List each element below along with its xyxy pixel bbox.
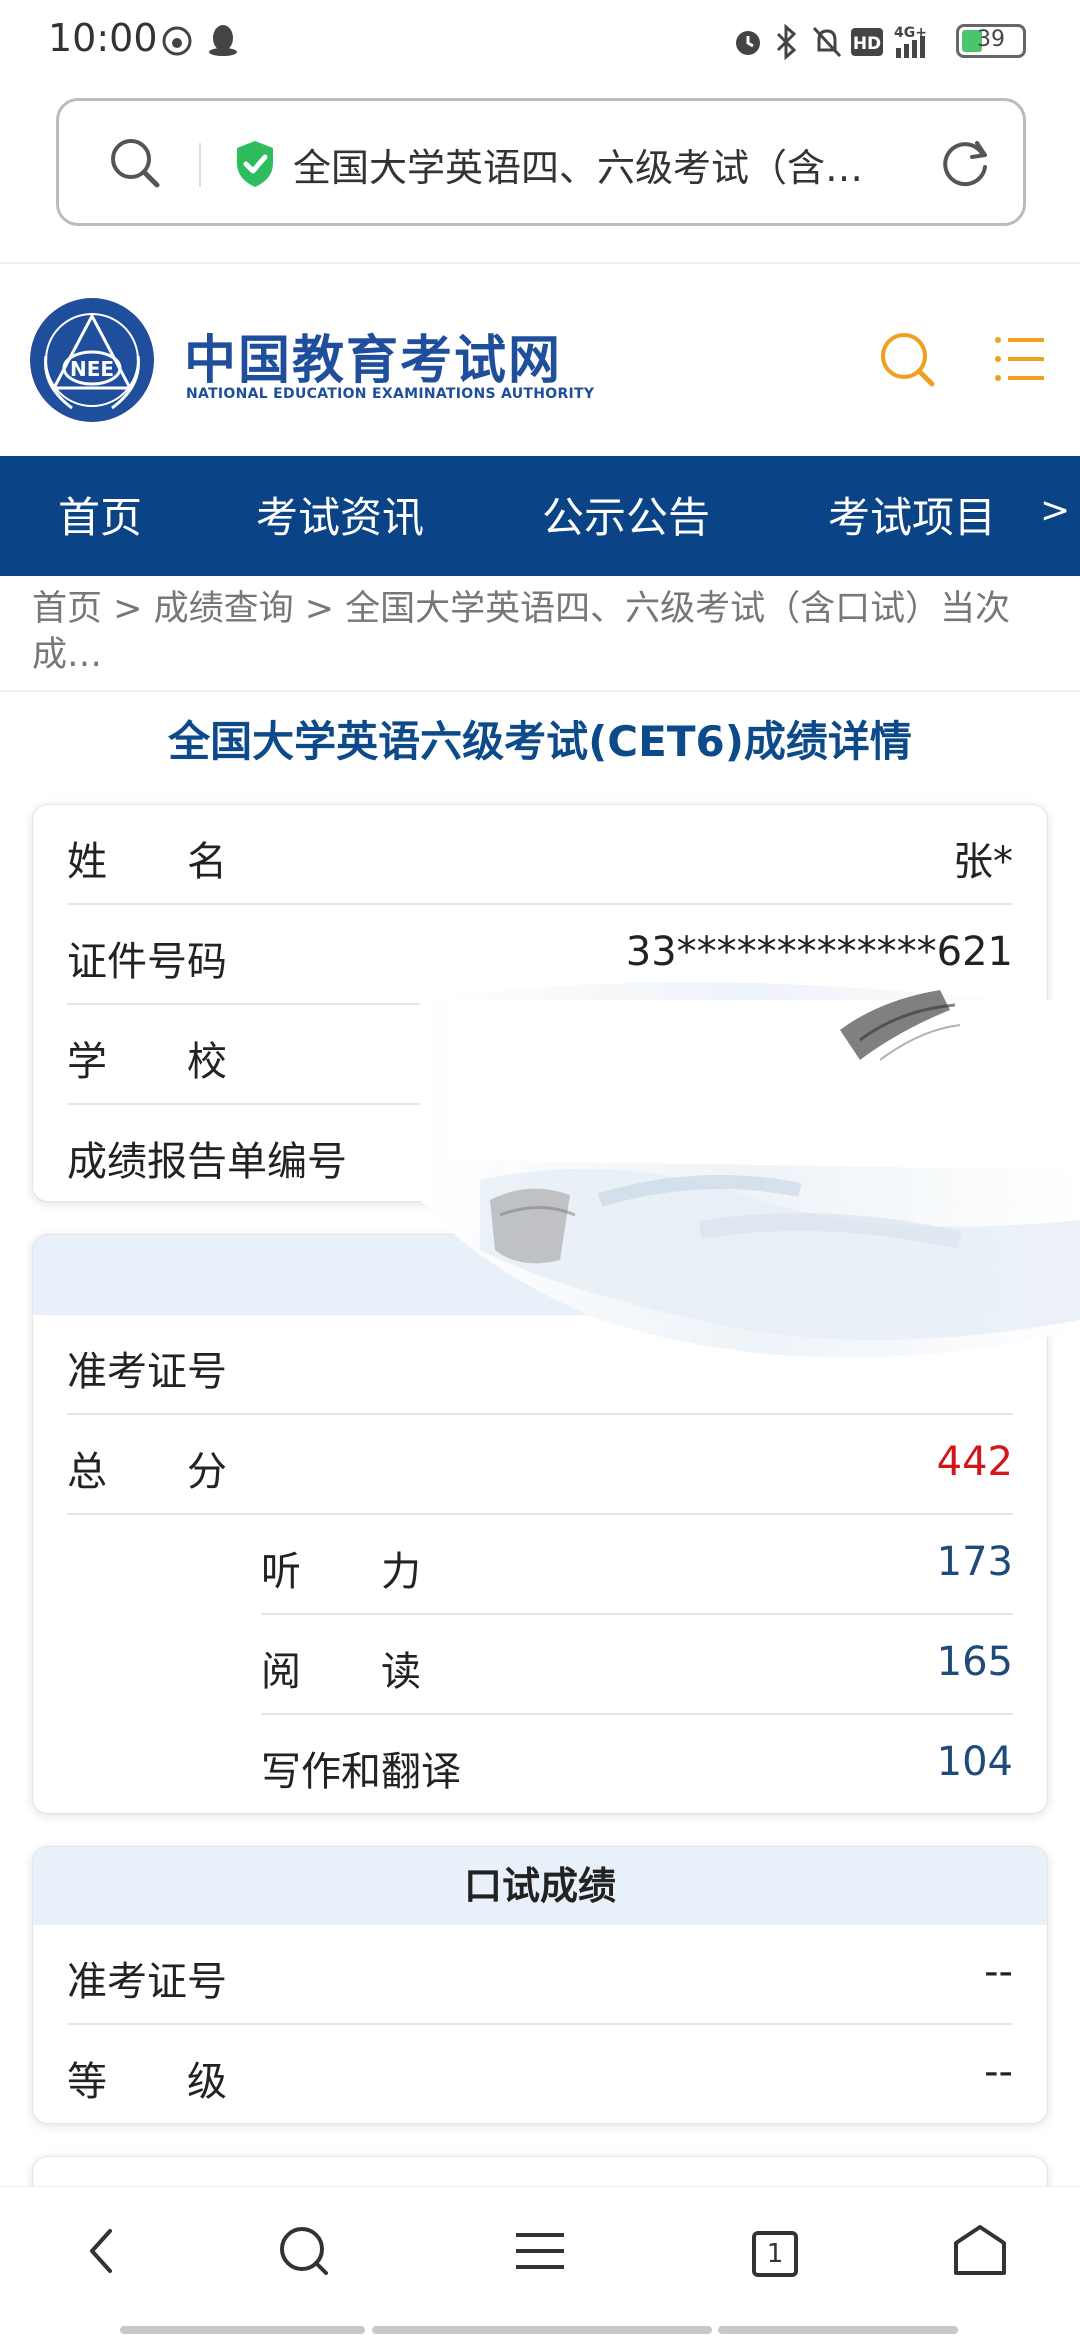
weibo-notification-icon (162, 26, 192, 56)
address-divider (199, 143, 201, 187)
writing-score: 104 (936, 1739, 1013, 1785)
listening-row: 听 力 173 (261, 1515, 1013, 1615)
oral-grade-value: -- (984, 2049, 1013, 2095)
browser-bottom-nav: 1 (0, 2186, 1080, 2340)
emblem-text: NEE (70, 357, 114, 381)
site-header: NEE 中国教育考试网 NATIONAL EDUCATION EXAMINATI… (0, 262, 1080, 456)
refresh-icon[interactable] (935, 133, 995, 193)
site-name-en: NATIONAL EDUCATION EXAMINATIONS AUTHORIT… (186, 386, 595, 402)
written-score-card: 准考证号 总 分 442 听 力 173 阅 读 165 写作和翻译 104 (32, 1234, 1048, 1814)
reading-row: 阅 读 165 (261, 1615, 1013, 1715)
main-nav: 首页 考试资讯 公示公告 考试项目 > (0, 456, 1080, 576)
nav-item-announcements[interactable]: 公示公告 (542, 484, 710, 545)
oral-grade-row: 等 级 -- (67, 2025, 1013, 2123)
id-label: 证件号码 (67, 939, 227, 985)
back-icon[interactable] (62, 2211, 142, 2291)
page-title: 全国大学英语六级考试(CET6)成绩详情 (168, 717, 912, 766)
school-label: 学 校 (67, 1039, 227, 1085)
signal-4g-icon: 4G+ (894, 25, 927, 58)
gesture-bar-right (718, 2326, 958, 2334)
listening-score: 173 (936, 1539, 1013, 1585)
nav-item-news[interactable]: 考试资讯 (256, 484, 424, 545)
menu-icon[interactable] (986, 324, 1056, 394)
report-number-row: 成绩报告单编号 (67, 1105, 1013, 1201)
status-time: 10:00 (48, 16, 158, 60)
total-score: 442 (936, 1439, 1013, 1485)
id-value: 33*************621 (625, 929, 1013, 975)
site-search-icon[interactable] (872, 324, 942, 394)
gesture-bar-center (372, 2326, 712, 2334)
secure-shield-icon (237, 141, 273, 187)
oral-grade-label: 等 级 (67, 2059, 227, 2105)
gesture-bar-left (120, 2326, 365, 2334)
report-number-label: 成绩报告单编号 (67, 1139, 347, 1185)
oral-ticket-value: -- (984, 1949, 1013, 1995)
oral-card-header: 口试成绩 (33, 1847, 1047, 1925)
id-row: 证件号码 33*************621 (67, 905, 1013, 1005)
nav-item-exams[interactable]: 考试项目 (828, 484, 996, 545)
site-name-cn[interactable]: 中国教育考试网 (184, 318, 562, 393)
school-row: 学 校 (67, 1005, 1013, 1105)
battery-icon: 39 (956, 24, 1026, 58)
ticket-row: 准考证号 (67, 1315, 1013, 1415)
breadcrumb[interactable]: 首页 > 成绩查询 > 全国大学英语四、六级考试（含口试）当次成… (32, 586, 1042, 678)
search-tab-icon[interactable] (264, 2211, 344, 2291)
qq-notification-icon (209, 25, 237, 56)
battery-level: 39 (977, 27, 1005, 52)
menu-list-icon[interactable] (500, 2211, 580, 2291)
status-bar: 10:00 HD 4G+ 39 (0, 0, 1080, 84)
written-card-header (33, 1235, 1047, 1315)
reading-label: 阅 读 (261, 1649, 421, 1695)
oral-score-card: 口试成绩 准考证号 -- 等 级 -- (32, 1846, 1048, 2124)
personal-info-card: 姓 名 张* 证件号码 33*************621 学 校 成绩报告单… (32, 804, 1048, 1202)
ticket-label: 准考证号 (67, 1349, 227, 1395)
reading-score: 165 (936, 1639, 1013, 1685)
svg-text:HD: HD (853, 34, 881, 54)
oral-ticket-row: 准考证号 -- (67, 1925, 1013, 2025)
writing-label: 写作和翻译 (261, 1749, 461, 1795)
breadcrumb-divider (0, 690, 1080, 692)
bluetooth-icon (776, 24, 797, 60)
home-icon[interactable] (940, 2211, 1020, 2291)
listening-label: 听 力 (261, 1549, 421, 1595)
page-url-title[interactable]: 全国大学英语四、六级考试（含… (293, 137, 933, 192)
writing-row: 写作和翻译 104 (261, 1715, 1013, 1813)
nav-item-home[interactable]: 首页 (58, 484, 142, 545)
name-label: 姓 名 (67, 839, 227, 885)
name-row: 姓 名 张* (67, 805, 1013, 905)
search-icon[interactable] (107, 135, 163, 191)
total-row: 总 分 442 (67, 1415, 1013, 1515)
hd-icon: HD (851, 28, 883, 56)
nea-emblem-logo[interactable]: NEE (28, 296, 156, 424)
total-label: 总 分 (67, 1449, 227, 1495)
address-bar[interactable]: 全国大学英语四、六级考试（含… (56, 98, 1026, 226)
oral-ticket-label: 准考证号 (67, 1959, 227, 2005)
mute-icon (812, 26, 842, 58)
tabs-button[interactable]: 1 (752, 2231, 798, 2277)
alarm-icon (736, 31, 760, 55)
name-value: 张* (953, 839, 1013, 885)
nav-more-arrow[interactable]: > (1040, 490, 1070, 531)
